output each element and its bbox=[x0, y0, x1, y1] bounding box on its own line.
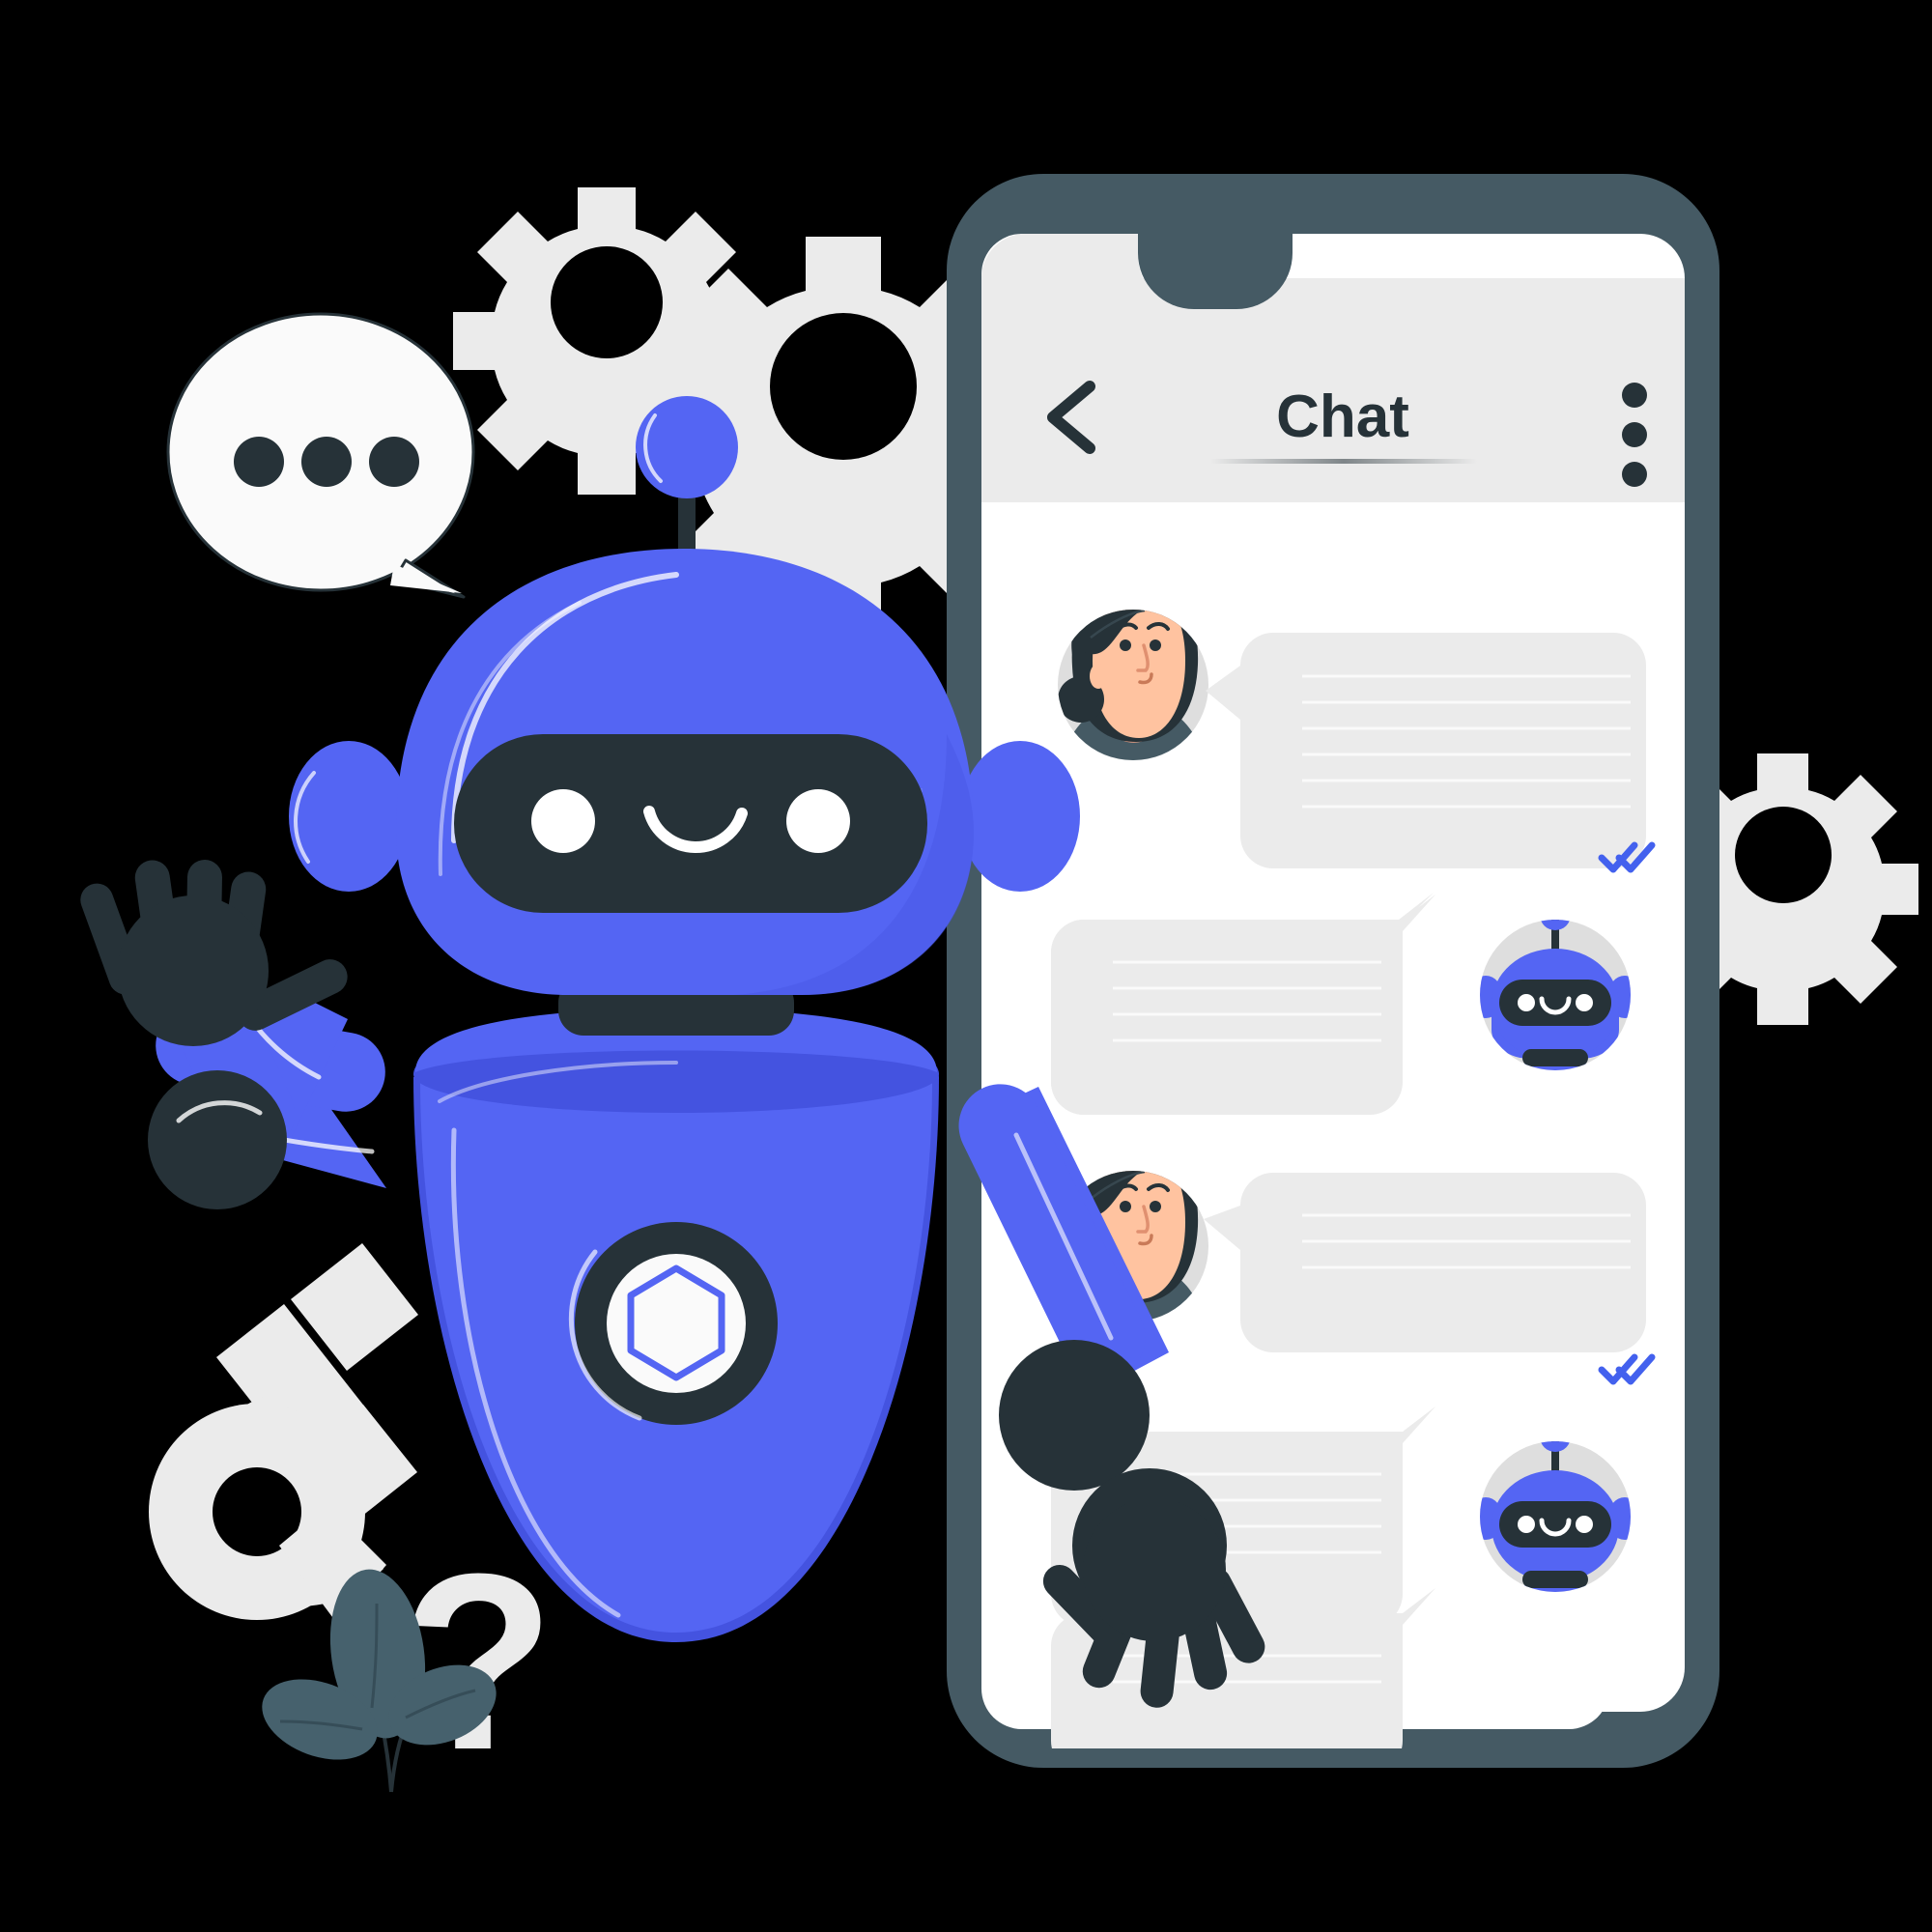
phone-device: Chat bbox=[947, 174, 1719, 1768]
message-bubble[interactable] bbox=[1051, 893, 1435, 1115]
magnifying-glass-icon bbox=[149, 1243, 418, 1620]
kebab-menu-icon bbox=[1622, 383, 1647, 408]
robot-eye-left bbox=[531, 789, 595, 853]
illustration-canvas: ? Chat bbox=[0, 0, 1932, 1932]
title-underline bbox=[1210, 459, 1477, 464]
typing-speech-bubble bbox=[166, 312, 475, 599]
overflow-menu-button[interactable] bbox=[1622, 383, 1647, 487]
chatbot-illustration: ? Chat bbox=[80, 174, 1918, 1811]
robot-ear-right bbox=[960, 741, 1080, 892]
message-bubble[interactable] bbox=[1204, 1173, 1646, 1352]
elbow-joint bbox=[148, 1070, 287, 1209]
antenna-ball bbox=[636, 396, 738, 498]
robot-visor-face bbox=[454, 734, 927, 913]
typing-dots bbox=[234, 437, 419, 487]
shoulder-joint bbox=[999, 1340, 1150, 1491]
page-title: Chat bbox=[1276, 384, 1409, 450]
message-bubble[interactable] bbox=[1206, 633, 1646, 868]
robot-ear-left bbox=[289, 741, 409, 892]
robot-eye-right bbox=[786, 789, 850, 853]
